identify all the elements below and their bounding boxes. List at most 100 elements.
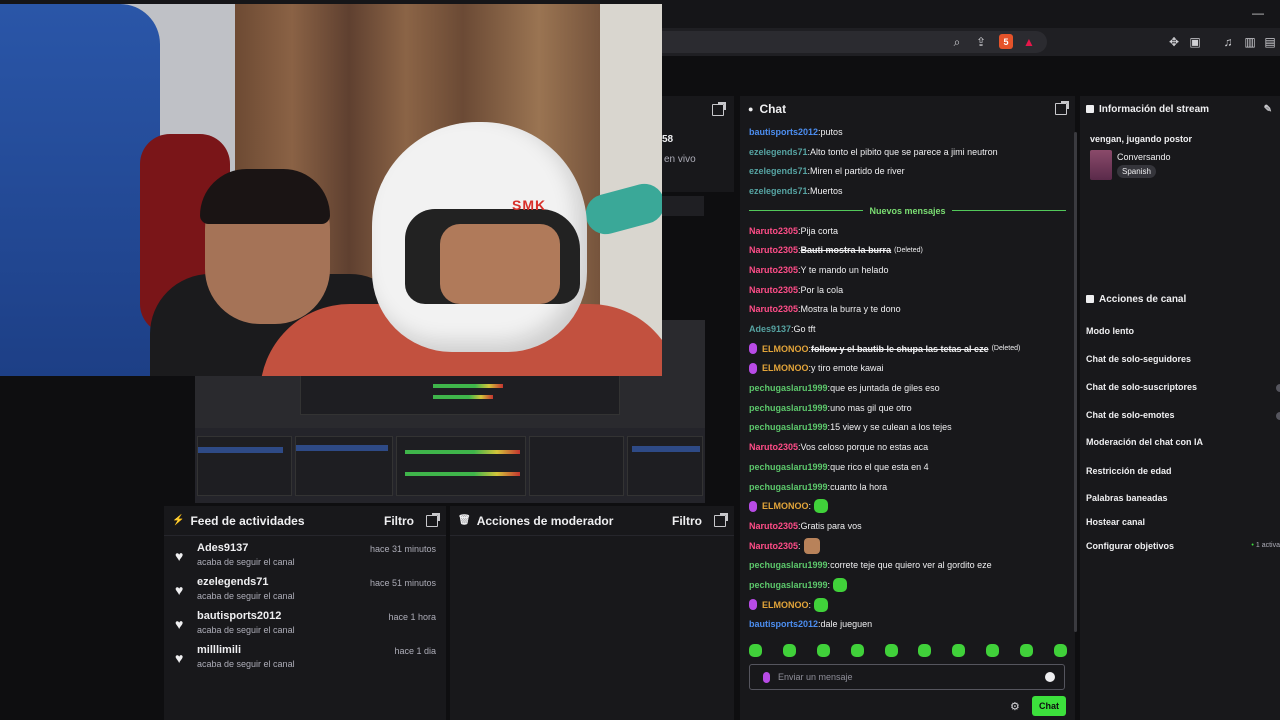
gear-icon[interactable]: ⚙ — [1010, 700, 1020, 713]
right-column: Información del stream ✎ vengan, jugando… — [1080, 96, 1280, 720]
edit-icon[interactable]: ✎ — [1264, 104, 1272, 115]
chat-username[interactable]: Naruto2305 — [749, 304, 798, 314]
heart-icon: ♥ — [175, 650, 184, 666]
zoom-icon[interactable]: ⌕ — [949, 34, 965, 50]
feed-username[interactable]: ezelegends71 — [197, 576, 295, 588]
feed-username[interactable]: bautisports2012 — [197, 610, 295, 622]
chat-username[interactable]: pechugaslaru1999 — [749, 482, 828, 492]
feed-username[interactable]: milllimili — [197, 644, 295, 656]
chat-username[interactable]: Naruto2305 — [749, 521, 798, 531]
action-emote-only[interactable]: Chat de solo-emotes — [1086, 410, 1175, 420]
action-banned-words[interactable]: Palabras baneadas — [1086, 493, 1168, 503]
chat-username[interactable]: bautisports2012 — [749, 619, 818, 629]
chat-separator: : — [808, 599, 812, 610]
green-emote-icon[interactable] — [814, 597, 829, 612]
action-slow-mode[interactable]: Modo lento — [1086, 326, 1134, 336]
cat-emote-icon[interactable] — [803, 537, 820, 554]
new-messages-divider: Nuevos mensajes — [749, 201, 1067, 221]
screenshot-icon[interactable]: ▣ — [1187, 34, 1203, 50]
chat-text: cuanto la hora — [830, 481, 888, 492]
chat-username[interactable]: Naruto2305 — [749, 245, 798, 255]
feed-item[interactable]: ♥ Ades9137 acaba de seguir el canal hace … — [172, 542, 438, 576]
wallet-icon[interactable]: ▤ — [1262, 34, 1278, 50]
feed-item[interactable]: ♥ bautisports2012 acaba de seguir el cana… — [172, 610, 438, 644]
emote-shortcut-icon[interactable] — [952, 644, 966, 657]
sidebar-icon[interactable]: ▥ — [1242, 34, 1258, 50]
feed-subtext: acaba de seguir el canal — [197, 625, 295, 635]
chat-username[interactable]: pechugaslaru1999 — [749, 422, 828, 432]
emote-shortcut-icon[interactable] — [749, 644, 762, 657]
address-bar[interactable] — [662, 31, 1047, 53]
feed-username[interactable]: Ades9137 — [197, 542, 295, 554]
chat-username[interactable]: Naruto2305 — [749, 541, 798, 551]
chat-username[interactable]: pechugaslaru1999 — [749, 580, 828, 590]
goals-active-count: 1 activa — [1251, 542, 1280, 549]
share-icon[interactable]: ⇪ — [973, 34, 989, 50]
popout-icon[interactable] — [712, 102, 726, 116]
emote-shortcut-icon[interactable] — [918, 644, 932, 657]
heart-icon: ♥ — [175, 582, 184, 598]
chat-scrollbar[interactable] — [1074, 132, 1077, 632]
chat-username[interactable]: ELMONOO — [762, 344, 809, 354]
chat-username[interactable]: pechugaslaru1999 — [749, 560, 828, 570]
feed-item[interactable]: ♥ ezelegends71 acaba de seguir el canal h… — [172, 576, 438, 610]
chat-username[interactable]: pechugaslaru1999 — [749, 403, 828, 413]
chat-username[interactable]: Naruto2305 — [749, 265, 798, 275]
obs-mixer-row — [195, 428, 705, 503]
toggle-subscribers-only[interactable] — [1276, 384, 1280, 392]
emote-shortcut-icon[interactable] — [850, 644, 864, 657]
popout-icon[interactable] — [1055, 101, 1069, 115]
minimize-button[interactable]: — — [1252, 6, 1264, 20]
emoji-picker-icon[interactable] — [1045, 672, 1055, 682]
chat-username[interactable]: ezelegends71 — [749, 186, 808, 196]
chat-message: pechugaslaru1999: — [749, 575, 1066, 595]
feed-item[interactable]: ♥ milllimili acaba de seguir el canal hac… — [172, 644, 438, 678]
chat-username[interactable]: Naruto2305 — [749, 285, 798, 295]
action-host-channel[interactable]: Hostear canal — [1086, 517, 1145, 527]
chat-username[interactable]: pechugaslaru1999 — [749, 383, 828, 393]
action-set-goals[interactable]: Configurar objetivos — [1086, 541, 1174, 551]
stream-category[interactable]: Conversando — [1117, 152, 1171, 162]
green-emote-icon[interactable] — [833, 577, 848, 592]
brave-shields-icon[interactable]: 5 — [999, 34, 1013, 49]
brave-rewards-icon[interactable]: ▲ — [1021, 34, 1037, 50]
chat-username[interactable]: bautisports2012 — [749, 127, 818, 137]
chat-username[interactable]: ezelegends71 — [749, 147, 808, 157]
chat-username[interactable]: ezelegends71 — [749, 166, 808, 176]
mic-badge-icon — [763, 671, 770, 683]
chat-input-box[interactable] — [749, 664, 1065, 690]
emote-shortcut-icon[interactable] — [782, 644, 796, 657]
chat-username[interactable]: pechugaslaru1999 — [749, 462, 828, 472]
action-followers-only[interactable]: Chat de solo-seguidores — [1086, 354, 1191, 364]
action-ai-moderation[interactable]: Moderación del chat con IA — [1086, 437, 1203, 447]
toggle-emote-only[interactable] — [1276, 412, 1280, 420]
action-subscribers-only[interactable]: Chat de solo-suscriptores — [1086, 382, 1197, 392]
extensions-icon[interactable]: ✥ — [1166, 34, 1182, 50]
popout-icon[interactable] — [714, 512, 728, 527]
mod-actions-title: Acciones de moderador — [476, 513, 614, 528]
emote-shortcut-icon[interactable] — [1020, 644, 1033, 657]
language-tag[interactable]: Spanish — [1117, 165, 1156, 178]
feed-filter-button[interactable]: Filtro — [384, 514, 414, 528]
chat-username[interactable]: ELMONOO — [762, 363, 809, 373]
chat-username[interactable]: ELMONOO — [762, 600, 809, 610]
chat-username[interactable]: Naruto2305 — [749, 442, 798, 452]
chat-username[interactable]: ELMONOO — [762, 501, 809, 511]
chat-username[interactable]: Ades9137 — [749, 324, 791, 334]
send-chat-button[interactable]: Chat — [1032, 696, 1066, 716]
emote-shortcut-icon[interactable] — [1053, 644, 1067, 657]
green-emote-icon[interactable] — [814, 499, 829, 514]
feed-subtext: acaba de seguir el canal — [197, 557, 295, 567]
mod-filter-button[interactable]: Filtro — [672, 514, 702, 528]
mic-badge-icon — [749, 343, 757, 355]
trash-icon: 🗑 — [458, 515, 471, 526]
music-icon[interactable]: ♫ — [1220, 34, 1236, 50]
emote-shortcut-icon[interactable] — [816, 644, 830, 657]
emote-shortcut-icon[interactable] — [986, 644, 1000, 657]
action-age-restriction[interactable]: Restricción de edad — [1086, 466, 1172, 476]
emote-shortcut-icon[interactable] — [884, 644, 898, 657]
chat-text: correte teje que quiero ver al gordito e… — [830, 560, 992, 571]
popout-icon[interactable] — [426, 512, 440, 527]
chat-input[interactable] — [778, 672, 1045, 682]
chat-username[interactable]: Naruto2305 — [749, 226, 798, 236]
